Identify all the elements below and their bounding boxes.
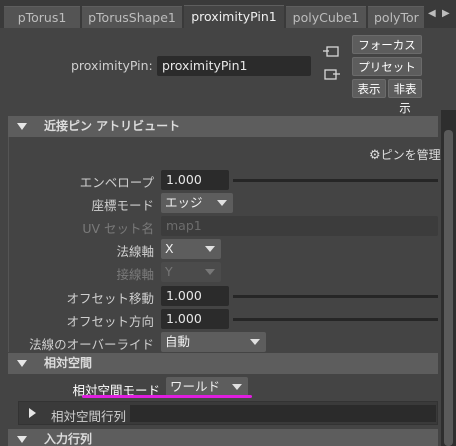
presets-button[interactable]: プリセット (352, 57, 422, 76)
focus-button[interactable]: フォーカス (352, 35, 422, 54)
offset-orient-field[interactable]: 1.000 (161, 309, 229, 329)
tab-proximitypin1[interactable]: proximityPin1 (184, 5, 284, 28)
tab-label: proximityPin1 (191, 9, 277, 24)
tab-label: pTorus1 (17, 10, 67, 25)
section-title: 相対空間 (44, 356, 93, 370)
output-connections-icon[interactable] (323, 68, 341, 82)
section-border (8, 137, 9, 352)
section-title: 近接ピン アトリビュート (44, 119, 181, 133)
tab-polytor[interactable]: polyTor (368, 6, 424, 28)
tab-ptorusshape1[interactable]: pTorusShape1 (82, 6, 182, 28)
uv-set-field: map1 (161, 216, 438, 236)
coordinate-mode-label: 座標モード (91, 198, 154, 213)
tab-bar: pTorus1 pTorusShape1 proximityPin1 polyC… (0, 0, 456, 28)
normal-axis-value: X (165, 241, 174, 256)
tangent-axis-dropdown: Y (161, 262, 221, 282)
offset-orient-slider[interactable] (233, 318, 438, 321)
hide-button[interactable]: 非表示 (388, 79, 422, 115)
chevron-down-icon (205, 269, 215, 275)
collapse-triangle-icon (17, 436, 27, 443)
gear-icon: ⚙ (369, 148, 381, 163)
tab-ptorus1[interactable]: pTorus1 (4, 6, 80, 28)
tab-scroll-right-icon[interactable]: ▶ (442, 8, 450, 19)
expand-triangle-icon (29, 408, 36, 418)
manage-pins-link[interactable]: ⚙ピンを管理 (369, 146, 441, 163)
scrollbar-thumb[interactable] (444, 130, 453, 446)
collapse-triangle-icon (17, 360, 27, 367)
section-header-input-matrix[interactable]: 入力行列 (8, 429, 438, 446)
highlight-underline (82, 395, 252, 398)
input-connections-icon[interactable] (323, 45, 341, 59)
tab-polycube1[interactable]: polyCube1 (286, 6, 366, 28)
manage-pins-label: ピンを管理 (380, 148, 441, 162)
relative-space-matrix-field[interactable] (130, 405, 436, 422)
relative-space-matrix-row[interactable]: 相対空間行列 (18, 401, 438, 425)
normal-override-label: 法線のオーバーライド (29, 337, 154, 352)
envelope-field[interactable]: 1.000 (161, 170, 229, 190)
tab-label: polyCube1 (292, 10, 360, 25)
normal-override-dropdown[interactable]: 自動 (161, 332, 266, 352)
section-header-proximity-pin-attributes[interactable]: 近接ピン アトリビュート (8, 116, 438, 137)
chevron-down-icon (232, 384, 242, 390)
node-name-field[interactable]: proximityPin1 (157, 56, 311, 76)
relative-space-mode-value: ワールド (170, 379, 221, 394)
chevron-down-icon (205, 246, 215, 252)
normal-axis-dropdown[interactable]: X (161, 239, 221, 259)
chevron-down-icon (250, 339, 260, 345)
relative-space-matrix-label: 相対空間行列 (51, 409, 127, 424)
envelope-label: エンベロープ (79, 175, 154, 190)
tangent-axis-label: 接線軸 (116, 267, 154, 282)
offset-translate-field[interactable]: 1.000 (161, 286, 229, 306)
relative-space-mode-dropdown[interactable]: ワールド (166, 377, 248, 397)
coordinate-mode-dropdown[interactable]: エッジ (161, 193, 233, 213)
offset-orient-label: オフセット方向 (66, 314, 154, 329)
node-type-label: proximityPin: (71, 58, 153, 73)
normal-override-value: 自動 (165, 334, 191, 349)
scrollbar-track[interactable] (441, 110, 456, 446)
chevron-down-icon (217, 200, 227, 206)
envelope-slider[interactable] (233, 179, 438, 182)
offset-translate-slider[interactable] (233, 295, 438, 298)
tangent-axis-value: Y (165, 264, 173, 279)
tab-label: pTorusShape1 (88, 10, 176, 25)
collapse-triangle-icon (17, 123, 27, 130)
offset-translate-label: オフセット移動 (66, 291, 154, 306)
tab-label: polyTor (374, 10, 419, 25)
show-button[interactable]: 表示 (352, 79, 386, 98)
section-title: 入力行列 (44, 432, 93, 446)
uv-set-label: UV セット名 (82, 221, 154, 236)
tab-scroll-left-icon[interactable]: ◀ (428, 8, 436, 19)
coordinate-mode-value: エッジ (165, 195, 203, 210)
section-header-relative-space[interactable]: 相対空間 (8, 353, 438, 374)
normal-axis-label: 法線軸 (116, 244, 154, 259)
